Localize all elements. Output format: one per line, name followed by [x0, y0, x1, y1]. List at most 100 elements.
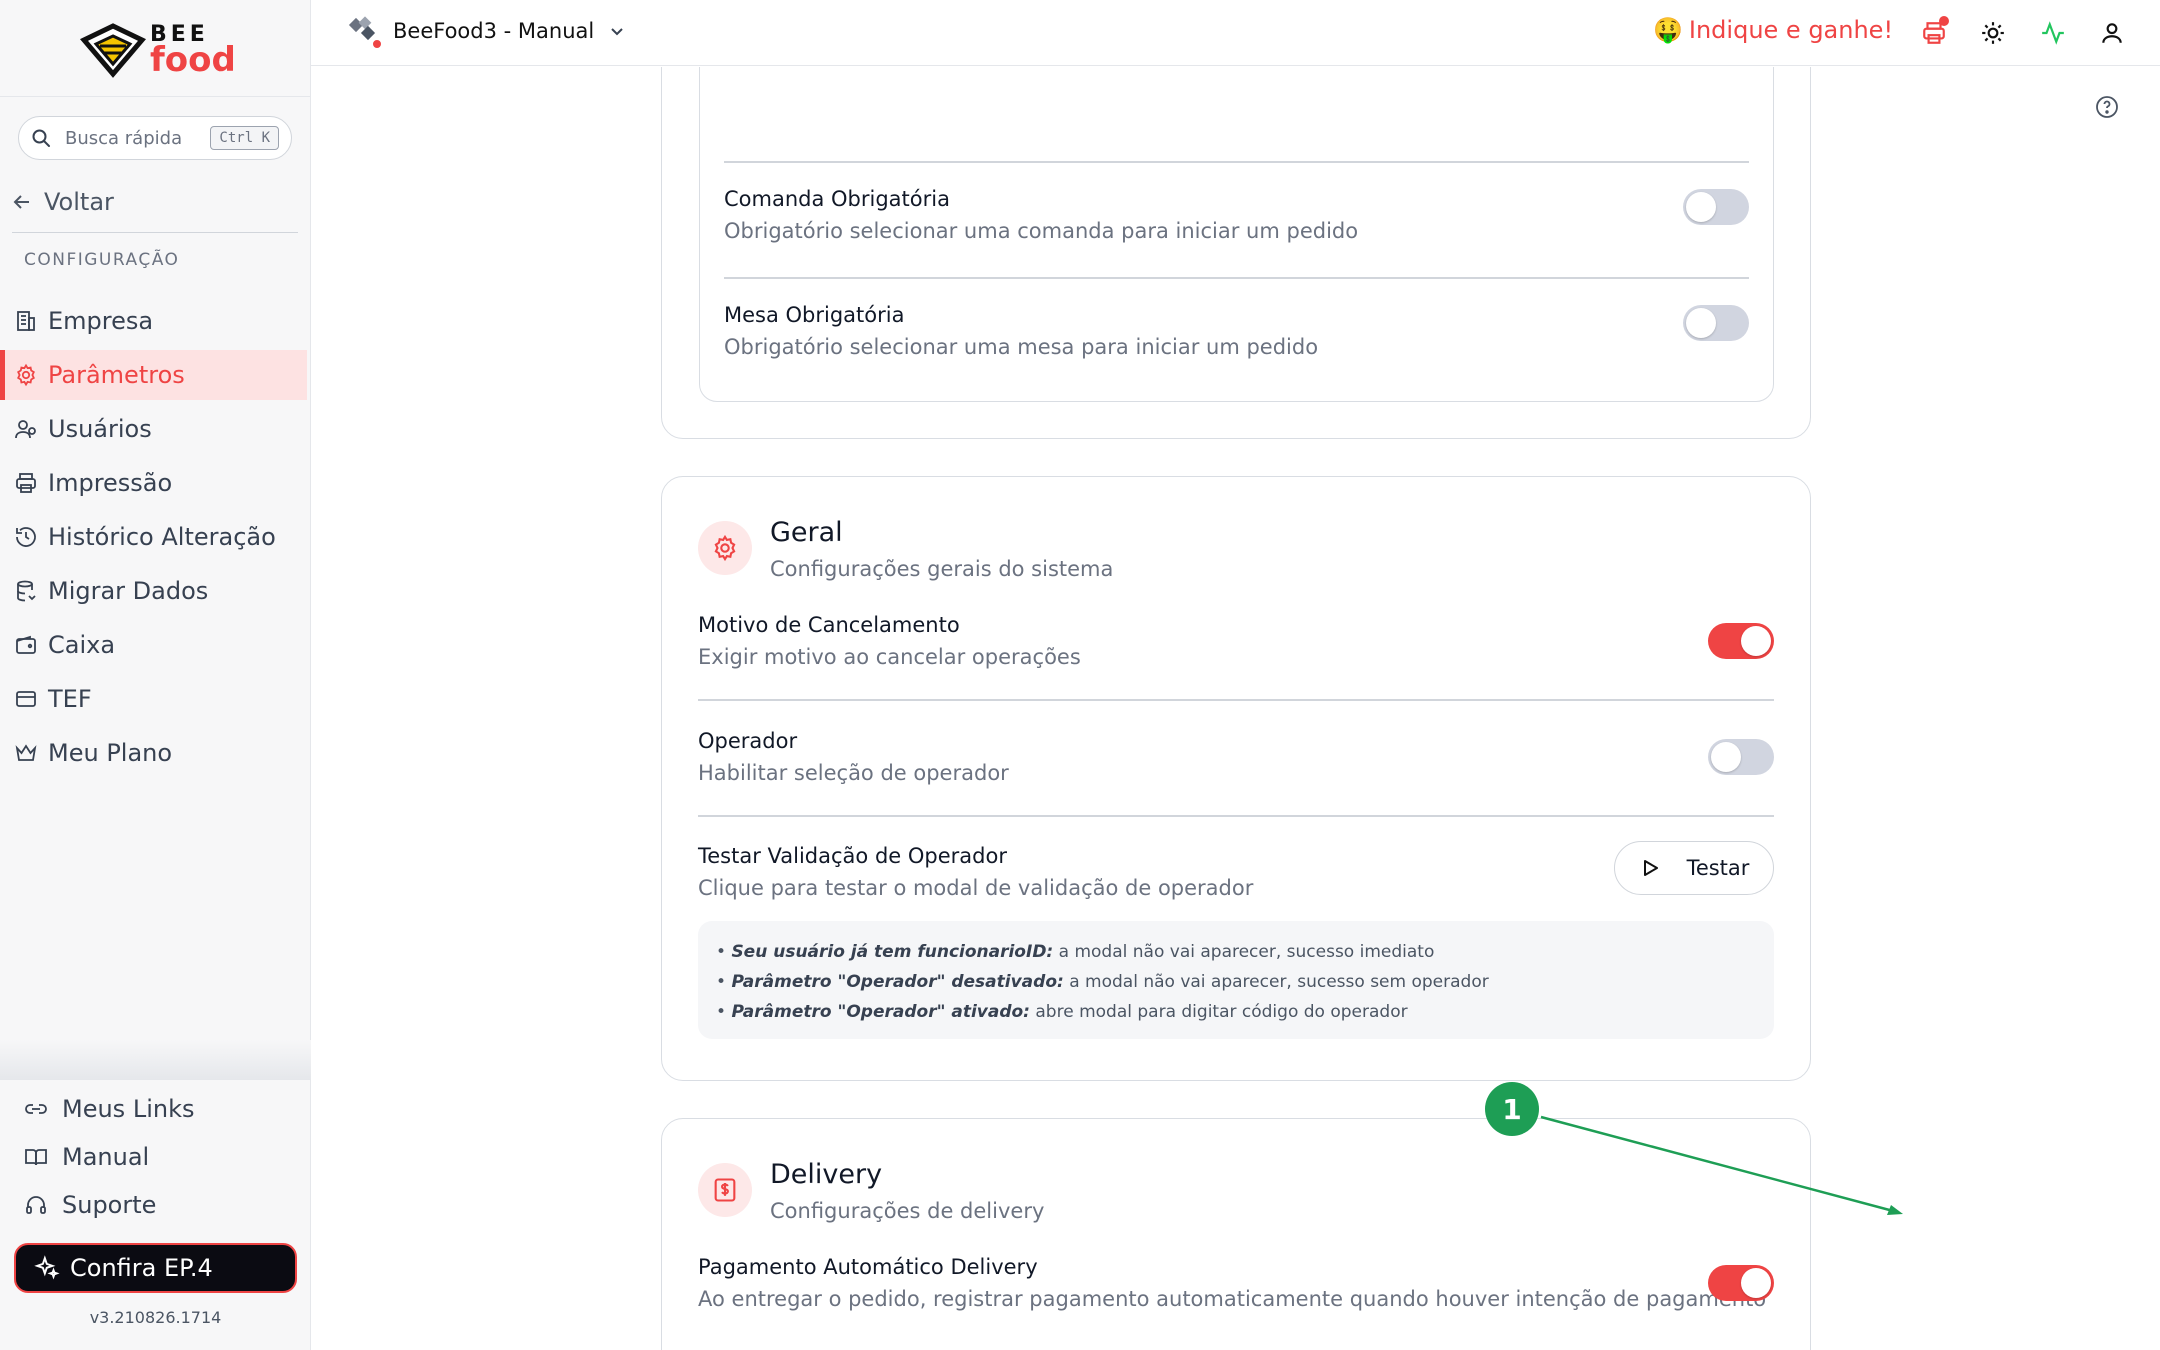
delivery-section-icon: [698, 1163, 752, 1217]
user-menu-button[interactable]: [2097, 18, 2127, 48]
geral-settings-card: Geral Configurações gerais do sistema Mo…: [661, 476, 1811, 1081]
setting-desc: Ao entregar o pedido, registrar pagament…: [698, 1287, 1767, 1311]
sidebar-bottom-shade: [0, 1040, 311, 1080]
top-header: BeeFood3 - Manual 🤑 Indique e ganhe!: [311, 0, 2160, 66]
gear-icon: [714, 534, 736, 562]
promo-label: Confira EP.4: [70, 1254, 213, 1282]
motivo-cancelamento-toggle[interactable]: [1708, 623, 1774, 659]
sidebar-item-historico[interactable]: Histórico Alteração: [0, 512, 311, 562]
setting-row-mesa: Mesa Obrigatória Obrigatório selecionar …: [724, 303, 1749, 359]
company-status-dot: [371, 38, 383, 50]
setting-row-comanda: Comanda Obrigatória Obrigatório selecion…: [724, 187, 1749, 243]
company-selector[interactable]: BeeFood3 - Manual: [347, 14, 626, 50]
refer-label: Indique e ganhe!: [1688, 16, 1894, 44]
operador-toggle[interactable]: [1708, 739, 1774, 775]
toggle-knob: [1741, 626, 1771, 656]
delivery-settings-card: Delivery Configurações de delivery Pagam…: [661, 1118, 1811, 1350]
search-shortcut-badge: Ctrl K: [210, 126, 279, 150]
toggle-knob: [1686, 192, 1716, 222]
back-label: Voltar: [44, 188, 114, 216]
help-button[interactable]: [2095, 95, 2119, 123]
orders-inner-card: Comanda Obrigatória Obrigatório selecion…: [699, 67, 1774, 402]
sidebar-item-caixa[interactable]: Caixa: [0, 620, 311, 670]
promo-button[interactable]: Confira EP.4: [14, 1243, 297, 1293]
meus-links-label: Meus Links: [62, 1095, 195, 1123]
sidebar-item-label: Impressão: [48, 469, 173, 497]
crown-icon: [15, 744, 37, 761]
history-icon: [16, 527, 36, 547]
setting-title: Testar Validação de Operador: [698, 844, 1007, 868]
card-icon: [16, 691, 36, 707]
row-divider: [698, 815, 1774, 817]
setting-title: Motivo de Cancelamento: [698, 613, 960, 637]
sidebar-item-label: Meu Plano: [48, 739, 173, 767]
bee-logo-icon: [80, 23, 146, 78]
comanda-obrigatoria-toggle[interactable]: [1683, 189, 1749, 225]
delivery-title: Delivery: [770, 1159, 883, 1190]
sidebar-item-empresa[interactable]: Empresa: [0, 296, 311, 346]
manual-link[interactable]: Manual: [0, 1133, 311, 1181]
sidebar-item-label: Empresa: [48, 307, 154, 335]
row-divider: [724, 161, 1749, 163]
sun-icon: [1982, 22, 2004, 44]
setting-title: Mesa Obrigatória: [724, 303, 905, 327]
sidebar-item-impressao[interactable]: Impressão: [0, 458, 311, 508]
users-icon: [15, 420, 36, 439]
orders-settings-card: Comanda Obrigatória Obrigatório selecion…: [661, 67, 1811, 439]
info-text: abre modal para digitar código do operad…: [1029, 1002, 1408, 1022]
geral-title: Geral: [770, 517, 843, 548]
sidebar-item-tef[interactable]: TEF: [0, 674, 311, 724]
delivery-subtitle: Configurações de delivery: [770, 1199, 1045, 1223]
back-link[interactable]: Voltar: [12, 188, 114, 216]
link-icon: [25, 1104, 47, 1114]
theme-toggle-button[interactable]: [1978, 18, 2008, 48]
toggle-knob: [1686, 308, 1716, 338]
testar-label: Testar: [1686, 856, 1750, 880]
setting-desc: Obrigatório selecionar uma comanda para …: [724, 219, 1359, 243]
info-line: • Seu usuário já tem funcionarioID: a mo…: [716, 942, 1435, 962]
sidebar-bottom-links: Meus Links Manual Suporte: [0, 1085, 311, 1229]
row-divider: [698, 699, 1774, 701]
quick-search[interactable]: Busca rápida Ctrl K: [18, 116, 292, 160]
play-icon: [1643, 860, 1658, 876]
info-bold: Parâmetro "Operador" desativado:: [731, 972, 1064, 992]
activity-icon: [2042, 21, 2064, 45]
meus-links-link[interactable]: Meus Links: [0, 1085, 311, 1133]
sidebar-nav: Empresa Parâmetros Usuários Impressão Hi…: [0, 296, 311, 782]
search-placeholder: Busca rápida: [65, 127, 183, 149]
suporte-label: Suporte: [62, 1191, 157, 1219]
toggle-knob: [1741, 1268, 1771, 1298]
testar-button[interactable]: Testar: [1614, 841, 1774, 895]
sidebar-item-usuarios[interactable]: Usuários: [0, 404, 311, 454]
pagamento-automatico-toggle[interactable]: [1708, 1265, 1774, 1301]
setting-row-pagamento-automatico: Pagamento Automático Delivery Ao entrega…: [698, 1255, 1774, 1311]
sidebar-item-meu-plano[interactable]: Meu Plano: [0, 728, 311, 778]
setting-row-testar-validacao: Testar Validação de Operador Clique para…: [698, 841, 1774, 900]
beefood-logo[interactable]: BEE food: [80, 20, 240, 80]
operator-validation-info: • Seu usuário já tem funcionarioID: a mo…: [698, 921, 1774, 1039]
logo-divider: [0, 96, 311, 97]
refer-link[interactable]: 🤑 Indique e ganhe!: [1653, 16, 1893, 44]
activity-button[interactable]: [2038, 18, 2068, 48]
database-icon: [17, 580, 36, 602]
app-version: v3.210826.1714: [89, 1308, 222, 1327]
sidebar-item-migrar-dados[interactable]: Migrar Dados: [0, 566, 311, 616]
setting-desc: Habilitar seleção de operador: [698, 761, 1009, 785]
info-bold: Parâmetro "Operador" ativado:: [731, 1002, 1030, 1022]
sidebar-item-label: Usuários: [48, 415, 152, 443]
company-avatar: [347, 14, 383, 50]
receipt-dollar-icon: [714, 1178, 736, 1202]
config-section-title: CONFIGURAÇÃO: [24, 250, 180, 270]
chevron-down-icon: [611, 28, 623, 36]
sidebar-item-parametros[interactable]: Parâmetros: [0, 350, 307, 400]
sidebar-item-label: TEF: [48, 685, 92, 713]
mesa-obrigatoria-toggle[interactable]: [1683, 305, 1749, 341]
printer-status-button[interactable]: [1919, 16, 1949, 48]
setting-title: Pagamento Automático Delivery: [698, 1255, 1038, 1279]
info-text: a modal não vai aparecer, sucesso imedia…: [1053, 942, 1435, 962]
sidebar-item-label: Parâmetros: [48, 361, 185, 389]
user-icon: [2102, 23, 2122, 43]
suporte-link[interactable]: Suporte: [0, 1181, 311, 1229]
wallet-icon: [16, 635, 36, 654]
row-divider: [724, 277, 1749, 279]
